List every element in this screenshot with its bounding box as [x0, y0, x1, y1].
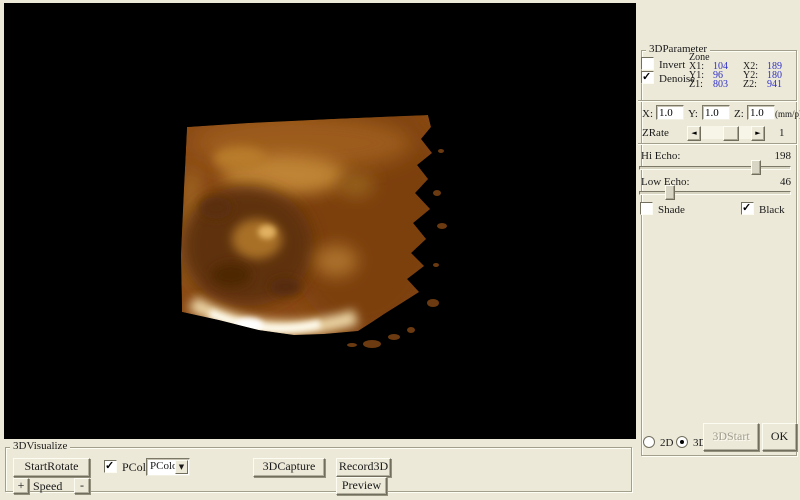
zone-z1-value: 803	[713, 80, 743, 89]
zone-z2-value: 941	[767, 79, 782, 90]
visualize-group-title: 3DVisualize	[10, 440, 70, 453]
zone-table: X1:104X2:189 Y1:96Y2:180 Z1:803Z2:941	[689, 62, 793, 89]
zrate-scroll-right-icon[interactable]: ►	[751, 126, 765, 141]
pcolor-combobox[interactable]: PColor ▼	[146, 458, 190, 476]
pcolor-checkbox-box[interactable]	[104, 460, 117, 473]
x-scale-label: X:	[642, 108, 653, 120]
hi-echo-slider[interactable]	[639, 160, 791, 174]
record3d-button[interactable]: Record3D	[336, 458, 391, 477]
low-echo-slider-track[interactable]	[639, 191, 791, 195]
mode-2d-radio[interactable]: 2D	[643, 436, 673, 449]
black-checkbox-box[interactable]	[741, 202, 754, 215]
zrate-value: 1	[779, 127, 785, 139]
z-scale-input[interactable]	[747, 105, 775, 120]
zrate-scrollbar[interactable]: ◄ ►	[687, 126, 765, 139]
zone-row-z: Z1:803Z2:941	[689, 80, 793, 89]
low-echo-slider-thumb[interactable]	[665, 185, 675, 200]
z-scale-label: Z:	[734, 108, 744, 120]
invert-checkbox-box[interactable]	[641, 57, 654, 70]
app-window: 3DParameter Invert Denoise Zone X1:104X2…	[0, 0, 800, 500]
denoise-checkbox-box[interactable]	[641, 71, 654, 84]
y-scale-label: Y:	[688, 108, 698, 120]
mode-2d-label: 2D	[655, 437, 673, 449]
mode-2d-radio-circle[interactable]	[643, 436, 655, 448]
speed-plus-button[interactable]: +	[13, 478, 29, 494]
low-echo-slider[interactable]	[639, 185, 791, 199]
mode-3d-radio-circle[interactable]	[676, 436, 688, 448]
preview-button[interactable]: Preview	[336, 477, 387, 495]
invert-label: Invert	[654, 59, 685, 71]
3dcapture-button[interactable]: 3DCapture	[253, 458, 325, 477]
hi-echo-slider-track[interactable]	[639, 166, 791, 170]
separator	[638, 100, 797, 102]
zrate-scroll-thumb[interactable]	[723, 126, 739, 141]
start-rotate-button[interactable]: StartRotate	[13, 458, 90, 477]
3dstart-button[interactable]: 3DStart	[703, 423, 759, 451]
zrate-scroll-track[interactable]	[699, 126, 753, 139]
zrate-label: ZRate	[642, 127, 669, 139]
render-viewport[interactable]	[4, 3, 636, 439]
shade-checkbox-box[interactable]	[640, 202, 653, 215]
speed-minus-button[interactable]: -	[74, 478, 90, 494]
denoise-checkbox[interactable]: Denoise	[641, 71, 695, 85]
y-scale-input[interactable]	[702, 105, 730, 120]
ok-button[interactable]: OK	[762, 423, 797, 451]
shade-checkbox[interactable]: Shade	[640, 202, 685, 216]
x-scale-input[interactable]	[656, 105, 684, 120]
chevron-down-icon[interactable]: ▼	[175, 460, 188, 474]
ultrasound-render	[4, 3, 636, 439]
shade-label: Shade	[653, 204, 685, 216]
invert-checkbox[interactable]: Invert	[641, 57, 685, 71]
black-checkbox[interactable]: Black	[741, 202, 785, 216]
speed-label: Speed	[33, 479, 62, 494]
scale-unit-label: (mm/p)	[775, 109, 800, 119]
black-label: Black	[754, 204, 785, 216]
hi-echo-slider-thumb[interactable]	[751, 160, 761, 175]
mode-3d-radio[interactable]: 3D	[676, 436, 706, 449]
separator	[638, 143, 797, 145]
